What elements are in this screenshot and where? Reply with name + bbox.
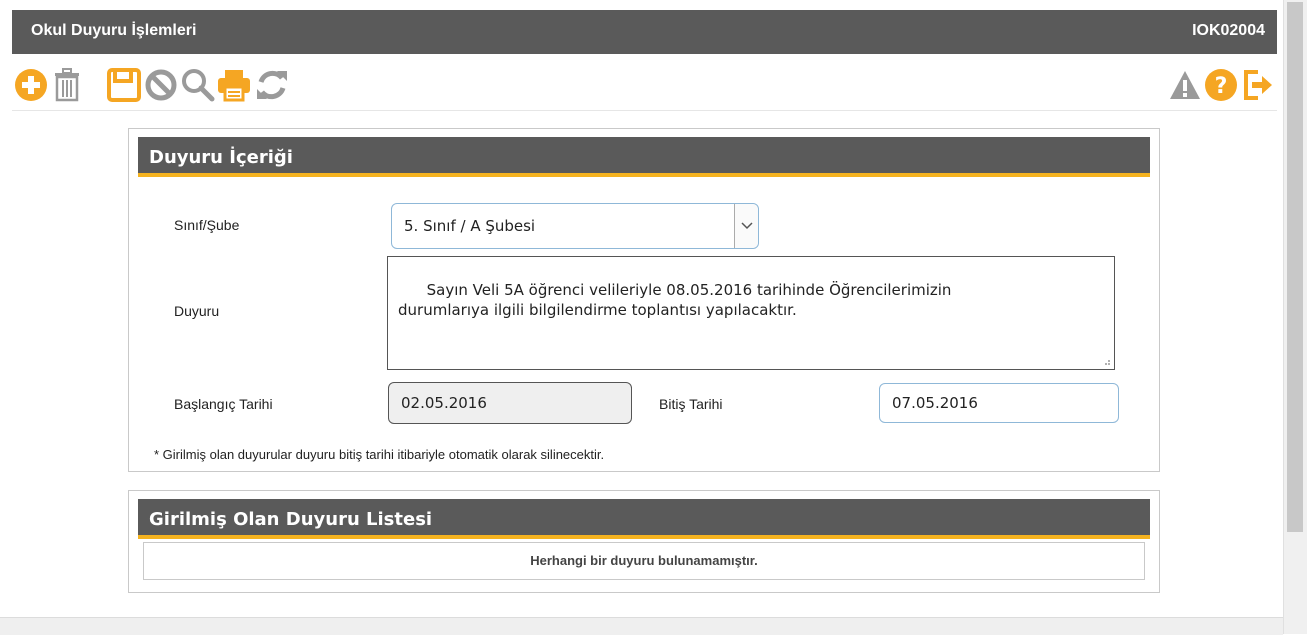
toolbar: ? <box>12 60 1277 111</box>
class-label: Sınıf/Şube <box>174 217 240 233</box>
class-select-value: 5. Sınıf / A Şubesi <box>404 217 536 235</box>
panel-title: Duyuru İçeriği <box>138 137 1150 177</box>
end-date-field[interactable]: 07.05.2016 <box>879 383 1119 423</box>
announcement-list-panel: Girilmiş Olan Duyuru Listesi Herhangi bi… <box>128 490 1160 593</box>
auto-delete-note: * Girilmiş olan duyurular duyuru bitiş t… <box>154 447 605 462</box>
start-date-label: Başlangıç Tarihi <box>174 396 273 412</box>
save-icon[interactable] <box>105 65 143 105</box>
resize-grip-icon[interactable] <box>1101 356 1111 366</box>
class-select[interactable]: 5. Sınıf / A Şubesi <box>391 203 759 249</box>
end-date-value: 07.05.2016 <box>892 394 978 412</box>
screen-code: IOK02004 <box>1192 22 1265 39</box>
add-icon[interactable] <box>12 65 50 105</box>
announcement-textarea[interactable]: Sayın Veli 5A öğrenci velileriyle 08.05.… <box>387 256 1115 370</box>
empty-list-message: Herhangi bir duyuru bulunamamıştır. <box>143 542 1145 580</box>
exit-icon[interactable] <box>1239 65 1277 105</box>
start-date-field[interactable]: 02.05.2016 <box>388 382 632 424</box>
announcement-label: Duyuru <box>174 303 220 319</box>
window-title: Okul Duyuru İşlemleri <box>31 22 197 39</box>
help-icon[interactable]: ? <box>1202 65 1240 105</box>
announcement-text: Sayın Veli 5A öğrenci velileriyle 08.05.… <box>398 281 952 319</box>
app-window: Okul Duyuru İşlemleri IOK02004 ? Duyuru … <box>0 0 1283 635</box>
trash-icon[interactable] <box>48 65 86 105</box>
warning-icon[interactable] <box>1166 65 1204 105</box>
end-date-label: Bitiş Tarihi <box>659 396 723 412</box>
svg-text:?: ? <box>1215 74 1228 99</box>
scrollbar-thumb[interactable] <box>1287 2 1303 532</box>
panel-title: Girilmiş Olan Duyuru Listesi <box>138 499 1150 539</box>
cancel-icon[interactable] <box>142 65 180 105</box>
chevron-down-icon[interactable] <box>734 204 758 248</box>
title-bar: Okul Duyuru İşlemleri IOK02004 <box>12 10 1277 54</box>
search-icon[interactable] <box>179 65 217 105</box>
bottom-bar <box>0 617 1283 635</box>
start-date-value: 02.05.2016 <box>401 394 487 412</box>
print-icon[interactable] <box>215 65 253 105</box>
announcement-content-panel: Duyuru İçeriği Sınıf/Şube 5. Sınıf / A Ş… <box>128 128 1160 472</box>
refresh-icon[interactable] <box>253 65 291 105</box>
